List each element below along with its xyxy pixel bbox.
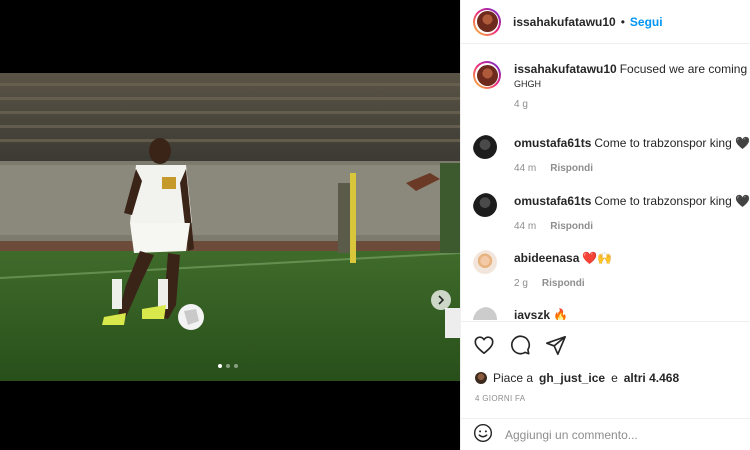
caption-username[interactable]: issahakufatawu10 (514, 62, 617, 76)
separator: • (620, 14, 625, 29)
reply-button[interactable]: Rispondi (550, 221, 593, 232)
likes-middle: e (611, 371, 618, 385)
comment-age: 44 m (514, 221, 537, 232)
carousel-dot (218, 364, 222, 368)
comment-input[interactable] (505, 427, 705, 442)
author-username[interactable]: issahakufatawu10 (513, 15, 616, 29)
commenter-avatar[interactable] (473, 250, 501, 278)
comment-username[interactable]: abideenasa (514, 251, 579, 265)
comment-text: Come to trabzonspor king 🖤💙 (594, 194, 750, 208)
carousel-dot (226, 364, 230, 368)
likes-summary: Piace a gh_just_ice e altri 4.468 (475, 371, 679, 385)
comment-text: Come to trabzonspor king 🖤💙 (594, 136, 750, 150)
carousel-dot (234, 364, 238, 368)
liker-username[interactable]: gh_just_ice (539, 371, 605, 385)
comment-text: ❤️🙌 (582, 251, 613, 265)
comment-button[interactable] (509, 334, 531, 356)
liker-avatar[interactable] (475, 372, 487, 384)
share-icon (546, 335, 566, 355)
caption-text: Focused we are coming back (619, 62, 750, 76)
comment-age: 2 g (514, 278, 528, 289)
comment-age: 44 m (514, 163, 537, 174)
carousel-indicator (218, 364, 238, 368)
comments-list[interactable]: issahakufatawu10Focused we are coming ba… (461, 45, 750, 320)
post-photo[interactable] (0, 73, 460, 381)
commenter-avatar[interactable] (473, 193, 501, 221)
likes-count[interactable]: altri 4.468 (624, 371, 679, 385)
caption-age: 4 g (514, 99, 528, 110)
comment-text: 🔥 (553, 308, 568, 320)
like-button[interactable] (473, 334, 495, 356)
post-actions: Piace a gh_just_ice e altri 4.468 4 GIOR… (461, 321, 750, 417)
comment-icon (511, 335, 531, 355)
emoji-icon (473, 423, 493, 443)
chevron-right-icon (438, 295, 445, 305)
comment-username[interactable]: iavszk (514, 308, 550, 320)
comment-username[interactable]: omustafa61ts (514, 194, 591, 208)
heart-icon (474, 336, 494, 355)
add-comment-bar (461, 418, 750, 450)
reply-button[interactable]: Rispondi (542, 278, 585, 289)
likes-prefix: Piace a (493, 371, 534, 385)
caption-avatar[interactable] (473, 61, 501, 89)
author-avatar[interactable] (473, 7, 501, 36)
post-side-panel: issahakufatawu10 • Segui issahakufatawu1… (460, 0, 750, 450)
follow-button[interactable]: Segui (630, 15, 663, 29)
commenter-avatar[interactable] (473, 135, 501, 163)
reply-button[interactable]: Rispondi (550, 163, 593, 174)
comment-username[interactable]: omustafa61ts (514, 136, 591, 150)
emoji-button[interactable] (473, 423, 493, 446)
post-media (0, 0, 460, 450)
next-media-button[interactable] (431, 290, 451, 310)
football-player-photo (0, 73, 460, 381)
post-header: issahakufatawu10 • Segui (461, 0, 750, 44)
commenter-avatar[interactable] (473, 307, 501, 320)
share-button[interactable] (545, 334, 567, 356)
post-date[interactable]: 4 GIORNI FA (475, 394, 525, 403)
caption-subtext: GHGH (514, 79, 541, 89)
